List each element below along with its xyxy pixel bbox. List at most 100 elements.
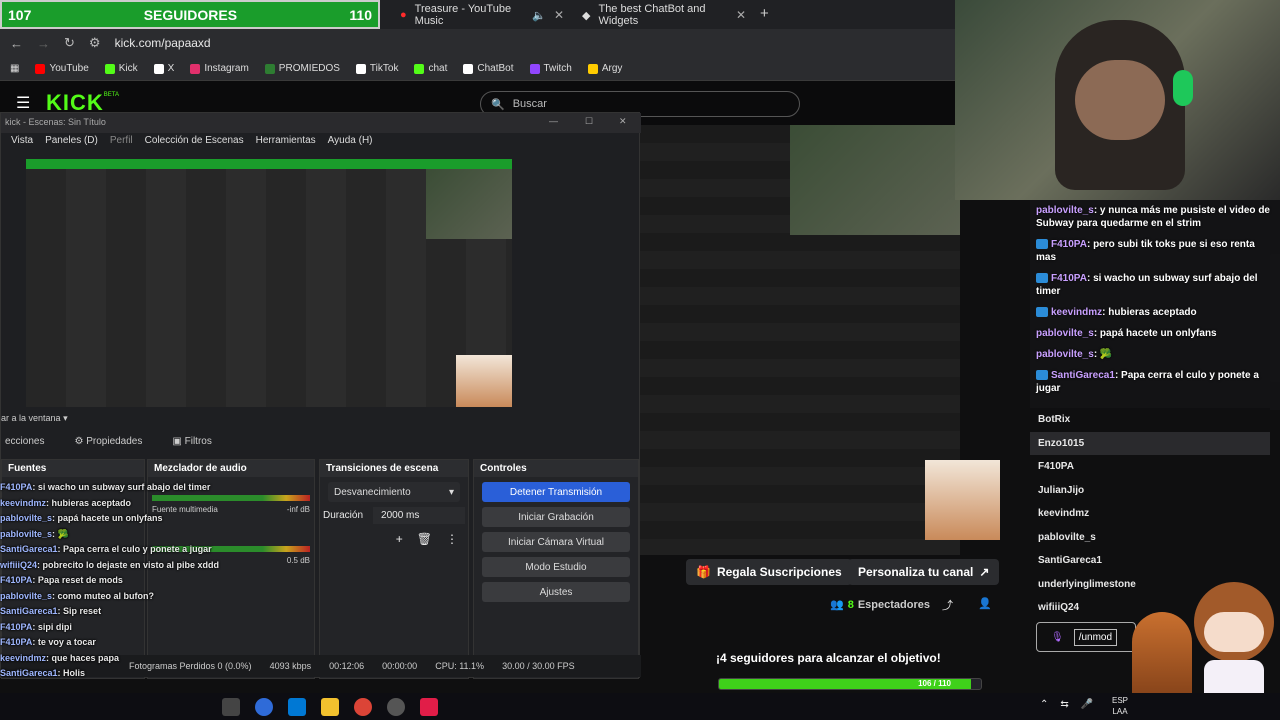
chat-username[interactable]: pablovilte_s [1036,205,1094,216]
virtual-camera-button[interactable]: Iniciar Cámara Virtual [482,532,630,552]
bookmark-chat[interactable]: chat [414,63,447,74]
chat-username[interactable]: pablovilte_s [1036,328,1094,339]
transition-select[interactable]: Desvanecimiento ▾ [328,482,460,502]
chat-username[interactable]: keevindmz [0,498,46,508]
chat-username[interactable]: F410PA [0,575,32,585]
command-value[interactable]: /unmod [1073,628,1118,646]
bookmark-kick[interactable]: Kick [104,63,138,74]
chat-username[interactable]: wifiiiQ24 [0,560,37,570]
edge-icon[interactable] [288,697,306,716]
copilot-icon[interactable] [255,697,273,716]
apps-icon[interactable]: ▦ [10,63,19,74]
menu-ayuda[interactable]: Ayuda (H) [328,135,373,153]
start-recording-button[interactable]: Iniciar Grabación [482,507,630,527]
chat-line: pablovilte_s: papá hacete un onlyfans [0,511,320,527]
chat-username[interactable]: SantiGareca1 [0,606,58,616]
duration-input[interactable]: 2000 ms [373,507,465,524]
stream-webcam-thumb [790,125,960,235]
bookmark-x[interactable]: X [153,63,174,74]
hamburger-menu-icon[interactable]: ☰ [16,93,30,113]
mention-user-item[interactable]: Enzo1015 [1030,431,1270,455]
chat-username[interactable]: F410PA [0,637,32,647]
menu-vista[interactable]: Vista [11,135,33,153]
speaker-icon[interactable]: 🔈 [532,9,546,22]
chat-username[interactable]: pablovilte_s [1036,349,1094,360]
share-icon[interactable]: ⤴ [942,597,953,613]
obs-preview[interactable] [26,159,512,407]
preview-toggle[interactable]: ar a la ventana ▾ [1,413,68,424]
bookmark-argy[interactable]: Argy [587,63,622,74]
chat-message-row: pablovilte_s: 🥦 [1036,348,1274,361]
menu-herramientas[interactable]: Herramientas [256,135,316,153]
chat-command-input[interactable]: 🎙 /unmod [1036,622,1136,652]
bookmark-instagram[interactable]: Instagram [190,63,249,74]
obs-icon[interactable] [387,697,405,716]
close-icon[interactable]: ✕ [619,116,627,127]
chat-username[interactable]: keevindmz [0,653,46,663]
chat-username[interactable]: F410PA [1051,239,1087,250]
mic-tray-icon[interactable]: 🎤 [1081,699,1093,710]
chat-username[interactable]: pablovilte_s [0,513,52,523]
chat-username[interactable]: pablovilte_s [0,591,52,601]
add-user-icon[interactable]: 👤 [978,597,992,610]
tiktok-live-icon[interactable] [420,697,438,716]
keyboard-layout[interactable]: ESP LAA [1112,695,1128,717]
mention-user-item[interactable]: BotRix [1030,408,1270,432]
mention-user-item[interactable]: pablovilte_s [1030,526,1270,550]
forward-icon[interactable]: → [37,36,50,51]
new-tab-button[interactable]: + [760,5,769,22]
chrome-icon[interactable] [354,697,372,716]
search-input[interactable]: Buscar [513,98,547,110]
tab-filtros[interactable]: ▣ Filtros [172,436,211,447]
maximize-icon[interactable]: ☐ [585,116,593,127]
folder-icon[interactable] [321,697,339,716]
more-icon[interactable]: ⋮ [446,532,458,546]
anime-sticker-thumb [925,460,1000,540]
chat-username[interactable]: F410PA [1051,273,1087,284]
bookmark-chatbot[interactable]: ChatBot [463,63,514,74]
chat-username[interactable]: pablovilte_s [0,529,52,539]
customize-channel-button[interactable]: Personaliza tu canal ↗ [848,559,1000,585]
close-tab-icon[interactable]: ✕ [554,8,564,22]
settings-button[interactable]: Ajustes [482,582,630,602]
chat-username[interactable]: SantiGareca1 [1051,370,1115,381]
add-icon[interactable]: + [396,532,403,546]
mention-user-item[interactable]: JulianJijo [1030,479,1270,503]
tab-youtube-music[interactable]: ● Treasure - YouTube Music 🔈 ✕ [392,3,572,27]
stop-stream-button[interactable]: Detener Transmisión [482,482,630,502]
task-view-icon[interactable] [222,697,240,716]
studio-mode-button[interactable]: Modo Estudio [482,557,630,577]
chevron-up-icon[interactable]: ⌃ [1040,699,1048,710]
user-badge-icon [1036,307,1048,318]
reload-icon[interactable]: ↻ [64,35,75,51]
chat-username[interactable]: SantiGareca1 [0,544,58,554]
network-icon[interactable]: ⇆ [1060,699,1068,710]
chat-username[interactable]: SantiGareca1 [0,668,58,678]
mention-user-item[interactable]: keevindmz [1030,502,1270,526]
tab-propiedades[interactable]: ⚙ Propiedades [74,436,142,447]
menu-perfil[interactable]: Perfil [110,135,133,153]
bookmark-twitch[interactable]: Twitch [529,63,572,74]
site-info-icon[interactable]: ⚙ [89,35,101,51]
chat-username[interactable]: keevindmz [1051,307,1102,318]
url-field[interactable]: kick.com/papaaxd [115,36,211,50]
mention-user-item[interactable]: SantiGareca1 [1030,549,1270,573]
chat-message: como muteo al bufon? [57,590,155,601]
mention-user-item[interactable]: F410PA [1030,455,1270,479]
tab-escenas[interactable]: ecciones [5,436,44,447]
chat-username[interactable]: F410PA [0,622,32,632]
bookmark-tiktok[interactable]: TikTok [355,63,398,74]
minimize-icon[interactable]: — [549,116,558,126]
bookmark-promiedos[interactable]: PROMIEDOS [264,63,340,74]
trash-icon[interactable]: 🗑 [417,532,432,546]
chat-username[interactable]: F410PA [0,482,32,492]
tab-botrix[interactable]: ◆ The best ChatBot and Widgets ✕ [574,3,754,27]
panel-controles: Controles Detener Transmisión Iniciar Gr… [473,459,639,679]
bookmark-youtube[interactable]: YouTube [35,63,89,74]
menu-paneles[interactable]: Paneles (D) [45,135,98,153]
back-icon[interactable]: ← [10,36,23,51]
close-tab-icon[interactable]: ✕ [736,8,746,22]
stream-video[interactable] [640,125,1000,555]
gift-subs-button[interactable]: 🎁 Regala Suscripciones [686,559,852,585]
menu-escenas[interactable]: Colección de Escenas [145,135,244,153]
